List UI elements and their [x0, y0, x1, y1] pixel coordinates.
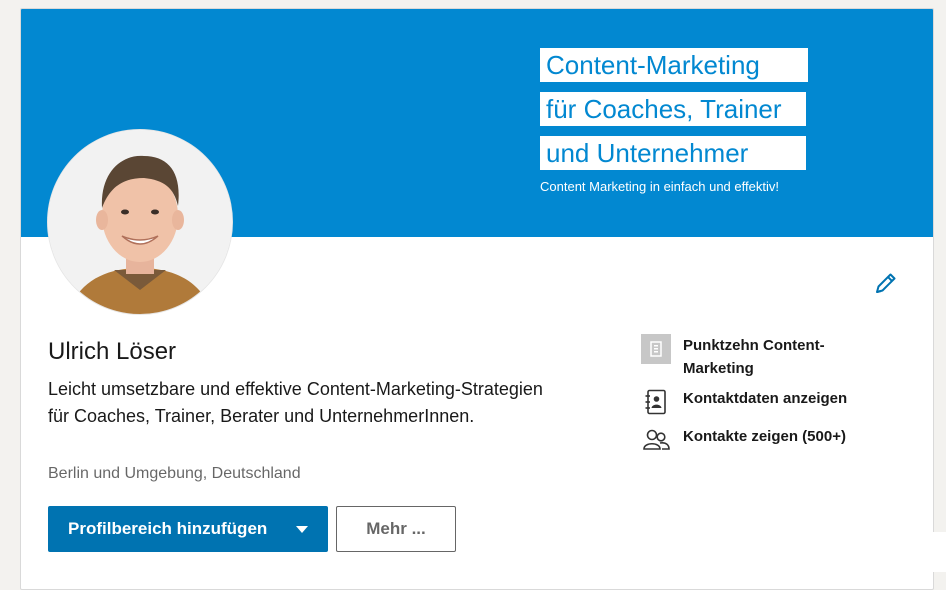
caret-down-icon — [296, 526, 308, 533]
profile-avatar[interactable] — [48, 130, 232, 314]
add-profile-section-button[interactable]: Profilbereich hinzufügen — [48, 506, 328, 552]
profile-name: Ulrich Löser — [48, 338, 177, 365]
avatar-photo — [48, 130, 232, 314]
people-icon — [641, 425, 671, 455]
connections-link[interactable]: Kontakte zeigen (500+) — [641, 425, 846, 455]
banner-line-1: Content-Marketing — [540, 48, 808, 82]
contact-info-link[interactable]: Kontaktdaten anzeigen — [641, 387, 847, 417]
banner-tagline: Content Marketing in einfach und effekti… — [540, 179, 779, 194]
profile-headline: Leicht umsetzbare und effektive Content-… — [48, 379, 543, 426]
edit-profile-button[interactable] — [872, 269, 900, 297]
current-company-link[interactable]: Punktzehn Content-Marketing — [641, 334, 853, 380]
profile-location: Berlin und Umgebung, Deutschland — [48, 465, 301, 482]
company-logo-icon — [641, 334, 671, 364]
company-name: Punktzehn Content-Marketing — [683, 337, 825, 377]
connections-label: Kontakte zeigen (500+) — [683, 428, 846, 445]
add-profile-section-label: Profilbereich hinzufügen — [68, 519, 268, 538]
banner-line-2: für Coaches, Trainer — [540, 92, 806, 126]
profile-card: Content-Marketing für Coaches, Trainer u… — [20, 8, 934, 590]
contact-info-label: Kontaktdaten anzeigen — [683, 390, 848, 407]
banner-line-3: und Unternehmer — [540, 136, 806, 170]
address-book-icon — [641, 387, 671, 417]
pencil-icon — [876, 273, 896, 293]
more-button[interactable]: Mehr ... — [336, 506, 456, 552]
adjacent-panel-edge — [932, 532, 946, 572]
